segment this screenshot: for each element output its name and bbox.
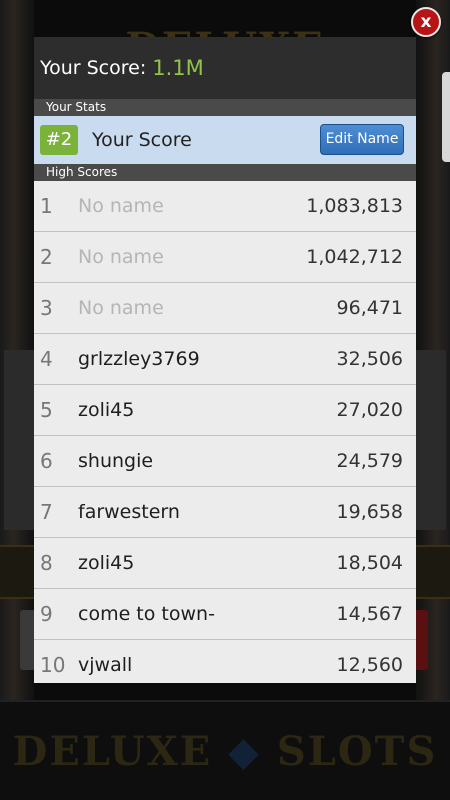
your-stats-row: #2 Your Score Edit Name [34,116,416,164]
row-score: 14,567 [336,603,403,625]
row-rank: 10 [40,653,66,677]
table-row: 6 shungie 24,579 [34,436,416,487]
score-label: Your Score: [40,57,147,79]
high-scores-header: High Scores [34,164,416,181]
row-score: 19,658 [336,501,403,523]
row-score: 32,506 [336,348,403,370]
high-score-list[interactable]: 1 No name 1,083,813 2 No name 1,042,712 3 No na… [34,181,416,683]
your-stats-header: Your Stats [34,99,416,116]
reel-left [4,350,34,530]
diamond-icon: ◆ [228,728,261,775]
row-player-name: No name [78,195,164,217]
row-score: 1,083,813 [306,195,403,217]
row-rank: 5 [40,398,53,422]
row-score: 12,560 [336,654,403,676]
side-tab[interactable] [442,72,450,162]
leaderboard-dialog: Your Score: 1.1M Your Stats #2 Your Scor… [34,37,416,683]
row-player-name: No name [78,297,164,319]
row-score: 1,042,712 [306,246,403,268]
row-rank: 6 [40,449,53,473]
bottom-logo-right: SLOTS [276,728,438,775]
score-value: 1.1M [152,56,204,80]
your-name: Your Score [92,129,192,151]
rank-badge: #2 [40,125,78,155]
table-row: 7 farwestern 19,658 [34,487,416,538]
reel-right [416,350,446,530]
table-row: 2 No name 1,042,712 [34,232,416,283]
row-player-name: vjwall [78,654,133,676]
row-rank: 1 [40,194,53,218]
table-row: 8 zoli45 18,504 [34,538,416,589]
row-score: 96,471 [336,297,403,319]
bottom-logo: DELUXE ◆ SLOTS [0,700,450,800]
row-score: 27,020 [336,399,403,421]
table-row: 4 grlzzley3769 32,506 [34,334,416,385]
table-row: 10 vjwall 12,560 [34,640,416,683]
row-player-name: come to town- [78,603,215,625]
close-button[interactable]: x [411,7,441,37]
row-player-name: shungie [78,450,154,472]
table-row: 3 No name 96,471 [34,283,416,334]
edit-name-button[interactable]: Edit Name [320,124,404,155]
row-rank: 3 [40,296,53,320]
row-rank: 4 [40,347,53,371]
row-rank: 7 [40,500,53,524]
score-header: Your Score: 1.1M [34,37,416,99]
row-player-name: zoli45 [78,552,135,574]
table-row: 5 zoli45 27,020 [34,385,416,436]
table-row: 9 come to town- 14,567 [34,589,416,640]
row-score: 24,579 [336,450,403,472]
table-row: 1 No name 1,083,813 [34,181,416,232]
row-player-name: No name [78,246,164,268]
row-rank: 8 [40,551,53,575]
row-player-name: zoli45 [78,399,135,421]
row-player-name: grlzzley3769 [78,348,200,370]
row-rank: 2 [40,245,53,269]
row-player-name: farwestern [78,501,180,523]
row-rank: 9 [40,602,53,626]
row-score: 18,504 [336,552,403,574]
bottom-logo-left: DELUXE [12,728,213,775]
